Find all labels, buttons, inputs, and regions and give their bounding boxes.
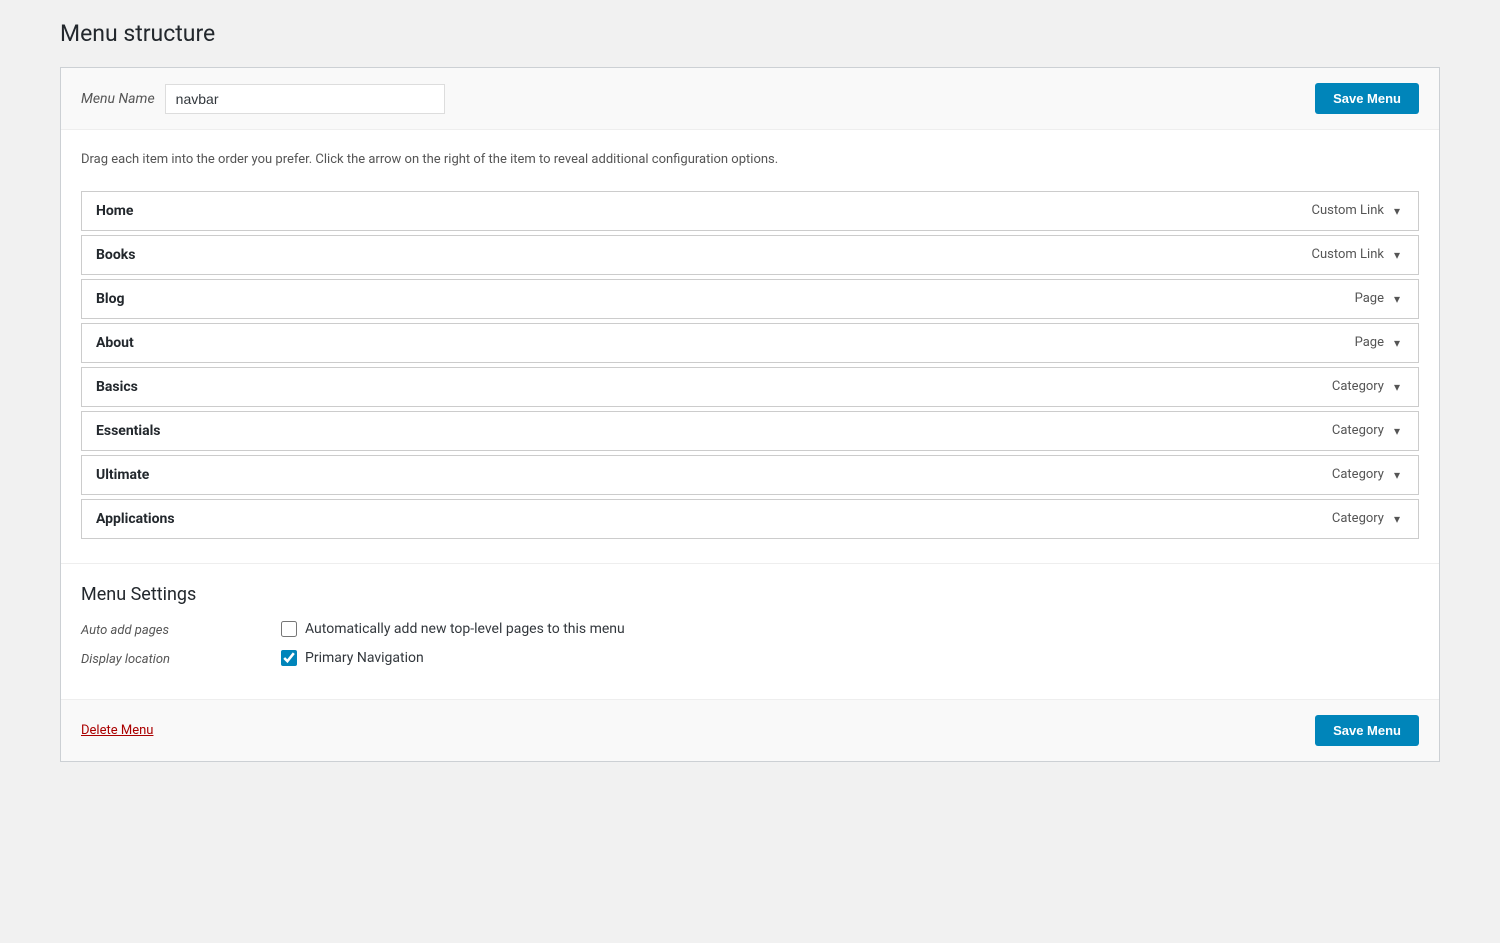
auto-add-pages-control: Automatically add new top-level pages to… bbox=[281, 621, 625, 637]
menu-item[interactable]: Home Custom Link ▾ bbox=[81, 191, 1419, 231]
menu-item-type: Category bbox=[1332, 423, 1384, 438]
menu-name-row: Menu Name Save Menu bbox=[61, 68, 1439, 130]
menu-item-name: Ultimate bbox=[96, 467, 149, 483]
display-location-control: Primary Navigation bbox=[281, 650, 424, 666]
menu-item-type: Category bbox=[1332, 511, 1384, 526]
page-title: Menu structure bbox=[60, 20, 1440, 47]
menu-item-name: About bbox=[96, 335, 134, 351]
menu-item-right: Custom Link ▾ bbox=[1312, 202, 1404, 220]
delete-menu-link[interactable]: Delete Menu bbox=[81, 723, 153, 738]
menu-name-input[interactable] bbox=[165, 84, 445, 114]
menu-item-name: Applications bbox=[96, 511, 175, 527]
display-location-checkbox[interactable] bbox=[281, 650, 297, 666]
menu-item-right: Page ▾ bbox=[1355, 334, 1404, 352]
menu-structure-panel: Menu Name Save Menu Drag each item into … bbox=[60, 67, 1440, 762]
chevron-down-icon[interactable]: ▾ bbox=[1390, 202, 1404, 220]
display-location-text[interactable]: Primary Navigation bbox=[305, 650, 424, 666]
menu-item-right: Category ▾ bbox=[1332, 466, 1404, 484]
menu-item-right: Category ▾ bbox=[1332, 422, 1404, 440]
page-wrapper: Menu structure Menu Name Save Menu Drag … bbox=[60, 20, 1440, 762]
menu-item-right: Category ▾ bbox=[1332, 510, 1404, 528]
menu-item[interactable]: Applications Category ▾ bbox=[81, 499, 1419, 539]
menu-item[interactable]: Essentials Category ▾ bbox=[81, 411, 1419, 451]
menu-item-name: Blog bbox=[96, 291, 125, 307]
menu-item-right: Category ▾ bbox=[1332, 378, 1404, 396]
menu-name-label: Menu Name bbox=[81, 91, 155, 107]
menu-item-type: Category bbox=[1332, 467, 1384, 482]
menu-item[interactable]: Books Custom Link ▾ bbox=[81, 235, 1419, 275]
menu-item-type: Custom Link bbox=[1312, 247, 1384, 262]
chevron-down-icon[interactable]: ▾ bbox=[1390, 466, 1404, 484]
auto-add-pages-text[interactable]: Automatically add new top-level pages to… bbox=[305, 621, 625, 637]
menu-footer: Delete Menu Save Menu bbox=[61, 699, 1439, 761]
menu-settings-section: Menu Settings Auto add pages Automatical… bbox=[61, 563, 1439, 699]
menu-item-type: Page bbox=[1355, 291, 1384, 306]
chevron-down-icon[interactable]: ▾ bbox=[1390, 422, 1404, 440]
chevron-down-icon[interactable]: ▾ bbox=[1390, 334, 1404, 352]
menu-item[interactable]: Blog Page ▾ bbox=[81, 279, 1419, 319]
menu-instructions: Drag each item into the order you prefer… bbox=[61, 130, 1439, 181]
menu-item-right: Page ▾ bbox=[1355, 290, 1404, 308]
auto-add-pages-checkbox[interactable] bbox=[281, 621, 297, 637]
chevron-down-icon[interactable]: ▾ bbox=[1390, 510, 1404, 528]
menu-items-list: Home Custom Link ▾ Books Custom Link ▾ B… bbox=[61, 181, 1439, 563]
menu-item-name: Home bbox=[96, 203, 133, 219]
menu-item[interactable]: Ultimate Category ▾ bbox=[81, 455, 1419, 495]
auto-add-pages-row: Auto add pages Automatically add new top… bbox=[81, 621, 1419, 638]
menu-item-type: Page bbox=[1355, 335, 1384, 350]
menu-item-right: Custom Link ▾ bbox=[1312, 246, 1404, 264]
menu-item[interactable]: Basics Category ▾ bbox=[81, 367, 1419, 407]
chevron-down-icon[interactable]: ▾ bbox=[1390, 378, 1404, 396]
menu-item-name: Basics bbox=[96, 379, 138, 395]
menu-item[interactable]: About Page ▾ bbox=[81, 323, 1419, 363]
save-menu-button-bottom[interactable]: Save Menu bbox=[1315, 715, 1419, 746]
auto-add-pages-label: Auto add pages bbox=[81, 621, 281, 638]
save-menu-button-top[interactable]: Save Menu bbox=[1315, 83, 1419, 114]
display-location-label: Display location bbox=[81, 650, 281, 667]
menu-name-left: Menu Name bbox=[81, 84, 445, 114]
chevron-down-icon[interactable]: ▾ bbox=[1390, 246, 1404, 264]
menu-item-name: Essentials bbox=[96, 423, 161, 439]
menu-item-name: Books bbox=[96, 247, 135, 263]
chevron-down-icon[interactable]: ▾ bbox=[1390, 290, 1404, 308]
menu-item-type: Custom Link bbox=[1312, 203, 1384, 218]
display-location-row: Display location Primary Navigation bbox=[81, 650, 1419, 667]
menu-settings-title: Menu Settings bbox=[81, 584, 1419, 605]
menu-item-type: Category bbox=[1332, 379, 1384, 394]
